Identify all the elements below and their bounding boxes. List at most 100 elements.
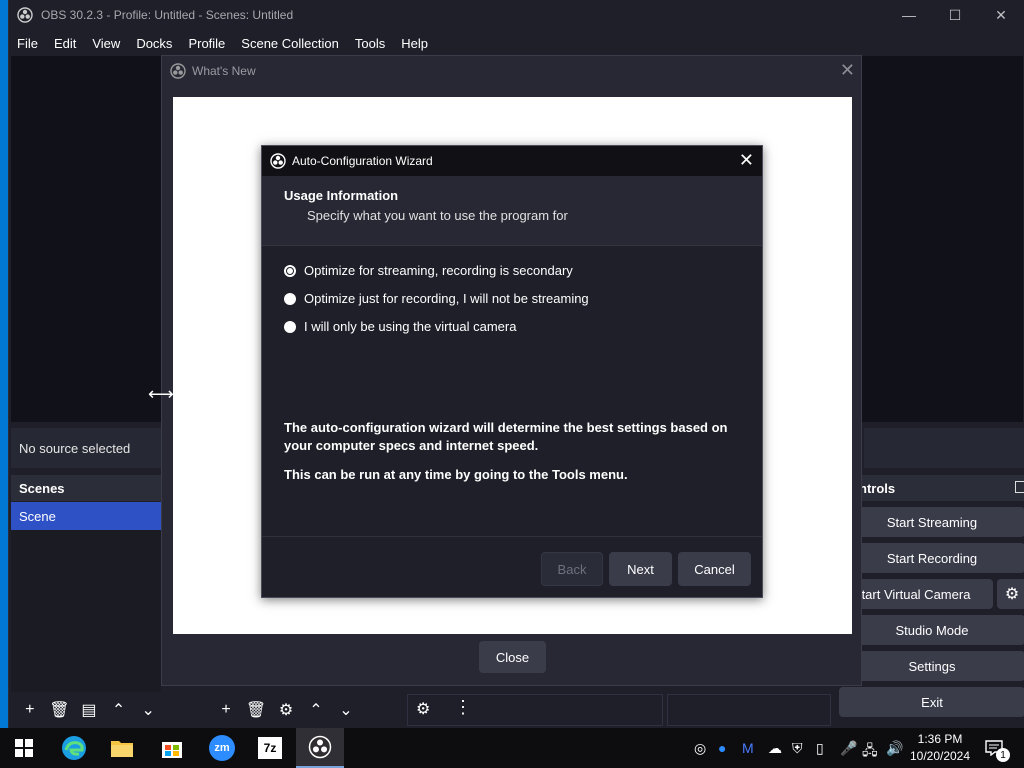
settings-button[interactable]: Settings <box>839 651 1024 681</box>
wizard-divider <box>262 536 762 537</box>
add-scene-icon[interactable]: + <box>17 697 43 723</box>
option-virtual-camera-label: I will only be using the virtual camera <box>304 319 517 334</box>
scenes-toolbar: + 🗑 ▤ ⌃ ⌄ <box>11 694 161 726</box>
cancel-button[interactable]: Cancel <box>678 552 751 586</box>
option-streaming-label: Optimize for streaming, recording is sec… <box>304 263 573 278</box>
microphone-icon[interactable]: 🎤 <box>840 740 857 757</box>
back-button[interactable]: Back <box>541 552 603 586</box>
edge-browser-icon[interactable] <box>50 728 98 768</box>
whats-new-title-bar: What's New ✕ <box>162 56 861 86</box>
clock-time: 1:36 PM <box>917 732 963 746</box>
security-shield-icon[interactable]: ⛨ <box>792 740 803 757</box>
file-explorer-icon[interactable] <box>98 728 146 768</box>
minimize-button[interactable]: — <box>886 0 932 30</box>
more-options-kebab-icon[interactable]: ⋮ <box>454 697 472 718</box>
whats-new-close-button[interactable]: Close <box>479 641 546 673</box>
start-virtual-camera-button[interactable]: tart Virtual Camera <box>839 579 993 609</box>
virtual-camera-settings-gear-icon[interactable]: ⚙ <box>997 579 1024 609</box>
source-toolbar-right <box>864 428 1024 468</box>
move-scene-down-icon[interactable]: ⌄ <box>135 697 161 723</box>
radio-virtual-camera[interactable] <box>284 320 296 333</box>
zoom-label: zm <box>209 735 235 761</box>
network-icon[interactable]: 🖧 <box>862 740 878 764</box>
menu-bar: File Edit View Docks Profile Scene Colle… <box>9 30 1024 56</box>
close-window-button[interactable]: ✕ <box>978 0 1024 30</box>
dock-float-icon[interactable] <box>1015 481 1024 493</box>
source-properties-gear-icon[interactable]: ⚙ <box>273 697 299 723</box>
scenes-list: Scene <box>11 502 161 692</box>
menu-docks[interactable]: Docks <box>128 36 180 51</box>
option-recording[interactable]: Optimize just for recording, I will not … <box>284 291 589 306</box>
start-streaming-button[interactable]: Start Streaming <box>839 507 1024 537</box>
whats-new-close-icon[interactable]: ✕ <box>840 60 855 81</box>
wizard-header: Usage Information Specify what you want … <box>262 176 762 246</box>
obs-taskbar-icon[interactable] <box>296 728 344 768</box>
remove-scene-trash-icon[interactable]: 🗑 <box>47 697 73 723</box>
whats-new-title: What's New <box>192 64 256 78</box>
studio-mode-button[interactable]: Studio Mode <box>839 615 1024 645</box>
scenes-dock-title: Scenes <box>11 475 161 501</box>
controls-dock-title: ntrols <box>839 475 1024 501</box>
windows-taskbar: zm 7z ◎ ● M ☁ ⛨ ▯ 🎤 🖧 🔊 1:36 PM 10/20/20… <box>0 728 1024 768</box>
menu-profile[interactable]: Profile <box>180 36 233 51</box>
volume-icon[interactable]: 🔊 <box>886 740 903 757</box>
scenes-title-text: Scenes <box>19 480 65 496</box>
radio-recording[interactable] <box>284 292 296 305</box>
zoom-app-icon[interactable]: zm <box>198 728 246 768</box>
transitions-toolbar <box>667 694 831 726</box>
wizard-close-icon[interactable]: ✕ <box>739 150 754 171</box>
menu-edit[interactable]: Edit <box>46 36 84 51</box>
malwarebytes-tray-icon[interactable]: M <box>742 740 754 756</box>
taskbar-clock[interactable]: 1:36 PM 10/20/2024 <box>905 731 975 765</box>
7zip-label: 7z <box>258 737 282 759</box>
sources-toolbar: + 🗑 ⚙ ⌃ ⌄ <box>207 694 407 726</box>
wizard-subheading: Specify what you want to use the program… <box>307 208 568 223</box>
option-streaming[interactable]: Optimize for streaming, recording is sec… <box>284 263 573 278</box>
next-button[interactable]: Next <box>609 552 672 586</box>
windows-start-icon[interactable] <box>0 728 48 768</box>
remove-source-trash-icon[interactable]: 🗑 <box>243 697 269 723</box>
add-source-icon[interactable]: + <box>213 697 239 723</box>
menu-file[interactable]: File <box>9 36 46 51</box>
option-recording-label: Optimize just for recording, I will not … <box>304 291 589 306</box>
7zip-app-icon[interactable]: 7z <box>246 728 294 768</box>
wizard-tools-note: This can be run at any time by going to … <box>284 467 628 482</box>
scene-item-label: Scene <box>19 508 56 524</box>
menu-help[interactable]: Help <box>393 36 436 51</box>
source-status-text: No source selected <box>19 440 131 456</box>
controls-title-text: ntrols <box>859 480 896 496</box>
wizard-title-bar: Auto-Configuration Wizard ✕ <box>262 146 762 176</box>
maximize-button[interactable]: ☐ <box>932 0 978 30</box>
exit-button[interactable]: Exit <box>839 687 1024 717</box>
source-status-bar: No source selected <box>11 428 161 468</box>
obs-logo-icon <box>17 7 33 23</box>
scene-list-item[interactable]: Scene <box>11 502 161 530</box>
clock-date: 10/20/2024 <box>909 749 971 763</box>
obs-logo-icon <box>170 63 186 79</box>
option-virtual-camera[interactable]: I will only be using the virtual camera <box>284 319 516 334</box>
menu-scene-collection[interactable]: Scene Collection <box>233 36 347 51</box>
obs-tray-icon[interactable]: ◎ <box>694 740 706 757</box>
audio-mixer-toolbar: ⚙ ⋮ <box>407 694 663 726</box>
audio-settings-gear-icon[interactable]: ⚙ <box>416 699 430 719</box>
wizard-info-text: The auto-configuration wizard will deter… <box>284 420 728 453</box>
window-title: OBS 30.2.3 - Profile: Untitled - Scenes:… <box>41 8 294 22</box>
wizard-title: Auto-Configuration Wizard <box>292 154 433 168</box>
menu-view[interactable]: View <box>84 36 128 51</box>
start-recording-button[interactable]: Start Recording <box>839 543 1024 573</box>
usb-device-icon[interactable]: ▯ <box>816 740 824 757</box>
wizard-heading: Usage Information <box>284 188 399 203</box>
resize-cursor-icon: ⟷ <box>148 384 174 404</box>
move-source-up-icon[interactable]: ⌃ <box>303 697 329 723</box>
scene-filter-icon[interactable]: ▤ <box>76 697 102 723</box>
microsoft-store-icon[interactable] <box>148 728 196 768</box>
zoom-tray-icon[interactable]: ● <box>718 740 726 756</box>
obs-logo-icon <box>270 153 286 169</box>
auto-config-wizard-dialog: Auto-Configuration Wizard ✕ Usage Inform… <box>261 145 763 598</box>
move-scene-up-icon[interactable]: ⌃ <box>106 697 132 723</box>
onedrive-tray-icon[interactable]: ☁ <box>768 740 782 757</box>
radio-streaming-selected[interactable] <box>284 264 296 277</box>
notification-center-icon[interactable]: 1 <box>982 736 1010 762</box>
menu-tools[interactable]: Tools <box>347 36 393 51</box>
move-source-down-icon[interactable]: ⌄ <box>333 697 359 723</box>
